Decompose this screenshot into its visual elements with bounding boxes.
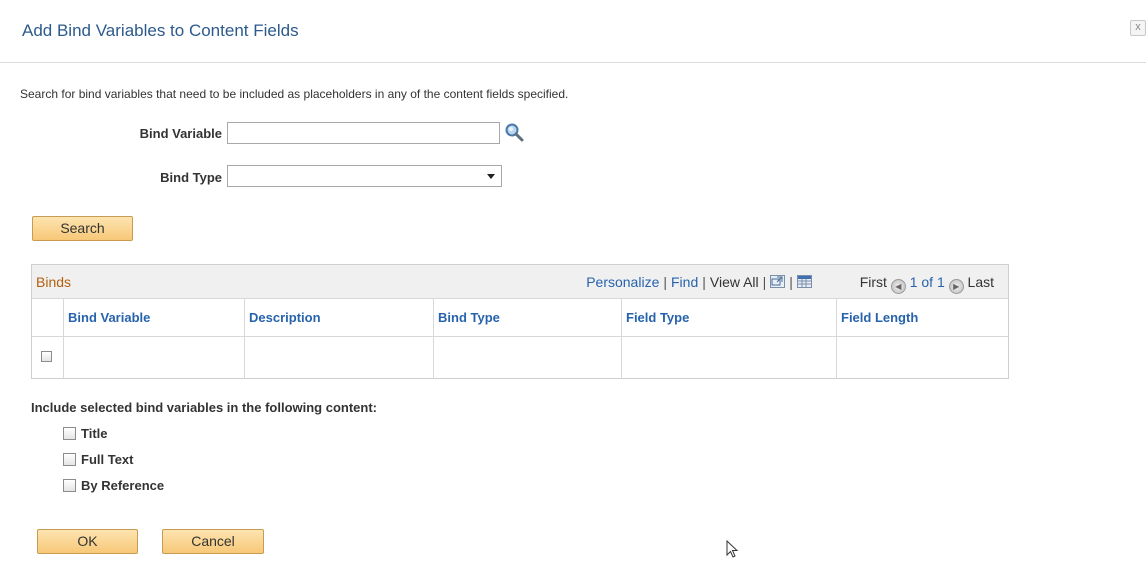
separator: |	[762, 274, 767, 290]
find-link[interactable]: Find	[671, 274, 698, 290]
search-button[interactable]: Search	[32, 216, 133, 241]
include-content-heading: Include selected bind variables in the f…	[31, 400, 377, 415]
bind-variable-input[interactable]	[227, 122, 500, 144]
close-icon[interactable]: x	[1130, 20, 1146, 36]
personalize-link[interactable]: Personalize	[586, 274, 659, 290]
separator: |	[789, 274, 793, 290]
row-select-checkbox[interactable]	[41, 351, 52, 362]
full-text-checkbox[interactable]	[63, 453, 76, 466]
ok-button[interactable]: OK	[37, 529, 138, 554]
new-window-icon[interactable]	[770, 275, 786, 288]
table-row-select-cell	[32, 336, 64, 378]
column-header-bind-type[interactable]: Bind Type	[434, 299, 622, 336]
first-link[interactable]: First	[860, 274, 887, 290]
mouse-cursor-icon	[726, 539, 740, 558]
column-header-bind-variable[interactable]: Bind Variable	[64, 299, 245, 336]
magnifier-icon[interactable]	[504, 122, 524, 142]
bind-type-select[interactable]	[227, 165, 502, 187]
title-checkbox[interactable]	[63, 427, 76, 440]
table-cell	[64, 336, 245, 378]
column-header-description[interactable]: Description	[245, 299, 434, 336]
cancel-button[interactable]: Cancel	[162, 529, 264, 554]
chevron-down-icon	[487, 174, 495, 179]
last-link[interactable]: Last	[968, 274, 994, 290]
binds-grid: Binds Personalize | Find | View All | | First …	[31, 264, 1009, 379]
next-arrow-icon[interactable]: ▶	[948, 279, 964, 294]
by-reference-checkbox[interactable]	[63, 479, 76, 492]
title-option-label: Title	[81, 426, 108, 441]
full-text-option-label: Full Text	[81, 452, 134, 467]
dialog-title: Add Bind Variables to Content Fields	[22, 21, 299, 40]
page-info: 1 of 1	[909, 274, 945, 290]
column-header-field-length[interactable]: Field Length	[837, 299, 1008, 336]
grid-header: Binds Personalize | Find | View All | | First …	[32, 265, 1008, 299]
bind-variable-label: Bind Variable	[139, 126, 222, 141]
grid-navigation: Personalize | Find | View All | | First ◀ 1 of…	[586, 274, 994, 294]
table-cell	[245, 336, 434, 378]
grid-title: Binds	[36, 274, 72, 290]
column-header-field-type[interactable]: Field Type	[622, 299, 837, 336]
select-column-header	[32, 299, 64, 336]
dialog-header: Add Bind Variables to Content Fields x	[0, 0, 1146, 63]
table-cell	[622, 336, 837, 378]
separator: |	[702, 274, 706, 290]
instructions-text: Search for bind variables that need to b…	[20, 87, 569, 101]
table-cell	[837, 336, 1008, 378]
bind-type-label: Bind Type	[160, 170, 222, 185]
prev-arrow-icon[interactable]: ◀	[890, 279, 906, 294]
spreadsheet-download-icon[interactable]	[796, 275, 812, 288]
by-reference-option-label: By Reference	[81, 478, 165, 493]
view-all-link[interactable]: View All	[710, 274, 759, 290]
table-cell	[434, 336, 622, 378]
separator: |	[663, 274, 667, 290]
